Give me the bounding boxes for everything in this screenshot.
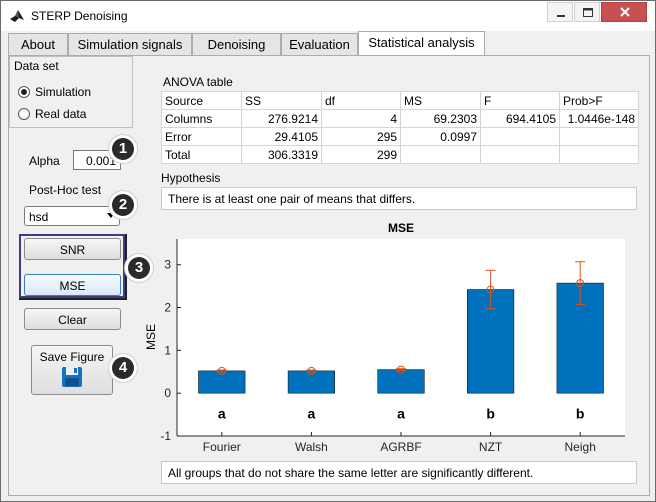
tab-evaluation[interactable]: Evaluation — [281, 33, 358, 55]
posthoc-label: Post-Hoc test — [29, 183, 102, 197]
snr-button[interactable]: SNR — [24, 238, 121, 260]
posthoc-select[interactable]: hsd — [24, 206, 120, 226]
table-cell: Total — [161, 145, 242, 164]
tab-bar: About Simulation signals Denoising Evalu… — [8, 31, 648, 56]
minimize-button[interactable] — [547, 2, 573, 22]
mse-bar-chart: MSE MSE -1 0 1 2 3 a Fourier a Walsh a AGRBF b NZT b N… — [144, 221, 625, 454]
tab-denoising[interactable]: Denoising — [192, 33, 281, 55]
maximize-icon — [583, 8, 593, 17]
radio-circle — [18, 108, 30, 120]
matlab-icon — [10, 10, 24, 22]
table-cell — [559, 145, 639, 164]
table-cell: Columns — [161, 109, 242, 128]
table-row: Error 29.4105 295 0.0997 — [161, 127, 639, 146]
x-tick-label: Walsh — [295, 440, 328, 454]
radio-selected-dot — [21, 89, 27, 95]
table-cell: 0.0997 — [400, 127, 481, 146]
table-cell — [400, 145, 481, 164]
app-window: STERP Denoising About Simulation signals… — [0, 0, 656, 502]
table-cell: 1.0446e-148 — [559, 109, 639, 128]
table-cell — [480, 145, 560, 164]
badge-2: 2 — [109, 191, 137, 219]
table-cell: Error — [161, 127, 242, 146]
radio-real-data[interactable]: Real data — [18, 107, 86, 121]
maximize-button[interactable] — [574, 2, 600, 22]
radio-real-data-label: Real data — [35, 107, 87, 121]
tab-about[interactable]: About — [8, 33, 68, 55]
tab-statistical-analysis[interactable]: Statistical analysis — [358, 31, 485, 56]
table-header-row: Source SS df MS F Prob>F — [161, 91, 639, 110]
y-tick-label: 2 — [164, 301, 171, 315]
badge-1-number: 1 — [112, 138, 134, 160]
clear-button[interactable]: Clear — [24, 308, 121, 330]
y-tick-label: 3 — [164, 258, 171, 272]
minimize-icon — [557, 15, 565, 17]
tab-simulation-signals[interactable]: Simulation signals — [68, 33, 192, 55]
x-tick-label: Fourier — [203, 440, 241, 454]
radio-circle — [18, 86, 30, 98]
chart-title: MSE — [388, 221, 414, 235]
table-row: Total 306.3319 299 — [161, 145, 639, 164]
table-header-cell: SS — [241, 91, 322, 110]
table-cell: 276.9214 — [241, 109, 322, 128]
close-icon — [620, 7, 630, 17]
group-letter: a — [308, 406, 316, 422]
hypothesis-label: Hypothesis — [161, 171, 221, 185]
table-header-cell: Source — [161, 91, 242, 110]
group-letter: a — [397, 406, 405, 422]
x-tick-label: Neigh — [565, 440, 596, 454]
table-cell: 69.2303 — [400, 109, 481, 128]
group-letter: a — [218, 406, 226, 422]
table-cell — [559, 127, 639, 146]
radio-simulation-label: Simulation — [35, 85, 92, 99]
table-header-cell: Prob>F — [559, 91, 639, 110]
close-button[interactable] — [601, 2, 647, 22]
group-letter: b — [576, 406, 585, 422]
dataset-group: Data set Simulation Real data — [9, 56, 133, 128]
anova-title: ANOVA table — [163, 75, 233, 89]
alpha-label: Alpha — [29, 154, 60, 168]
group-letter: b — [486, 406, 495, 422]
radio-simulation[interactable]: Simulation — [18, 85, 91, 99]
table-cell — [480, 127, 560, 146]
save-figure-button[interactable]: Save Figure — [31, 345, 113, 395]
table-header-cell: MS — [400, 91, 481, 110]
dataset-title: Data set — [14, 59, 59, 73]
significance-note: All groups that do not share the same le… — [161, 461, 637, 484]
hypothesis-text: There is at least one pair of means that… — [161, 187, 637, 210]
table-cell: 306.3319 — [241, 145, 322, 164]
table-cell: 295 — [321, 127, 401, 146]
table-row: Columns 276.9214 4 69.2303 694.4105 1.04… — [161, 109, 639, 128]
badge-1: 1 — [109, 135, 137, 163]
x-tick-label: NZT — [479, 440, 503, 454]
table-header-cell: F — [480, 91, 560, 110]
posthoc-value: hsd — [29, 210, 49, 224]
table-cell: 4 — [321, 109, 401, 128]
save-figure-label: Save Figure — [39, 350, 105, 364]
y-tick-label: 1 — [164, 343, 171, 357]
mse-button[interactable]: MSE — [24, 274, 121, 296]
anova-table: Source SS df MS F Prob>F Columns 276.921… — [161, 91, 639, 164]
table-header-cell: df — [321, 91, 401, 110]
badge-4: 4 — [109, 354, 137, 382]
badge-2-number: 2 — [112, 194, 134, 216]
badge-4-number: 4 — [112, 357, 134, 379]
save-icon — [62, 367, 82, 387]
window-title: STERP Denoising — [31, 9, 128, 23]
table-cell: 299 — [321, 145, 401, 164]
y-tick-label: 0 — [164, 386, 171, 400]
y-axis-label: MSE — [144, 324, 158, 350]
y-tick-label: -1 — [160, 429, 171, 443]
table-cell: 694.4105 — [480, 109, 560, 128]
title-bar: STERP Denoising — [1, 1, 655, 31]
x-tick-label: AGRBF — [380, 440, 421, 454]
table-cell: 29.4105 — [241, 127, 322, 146]
